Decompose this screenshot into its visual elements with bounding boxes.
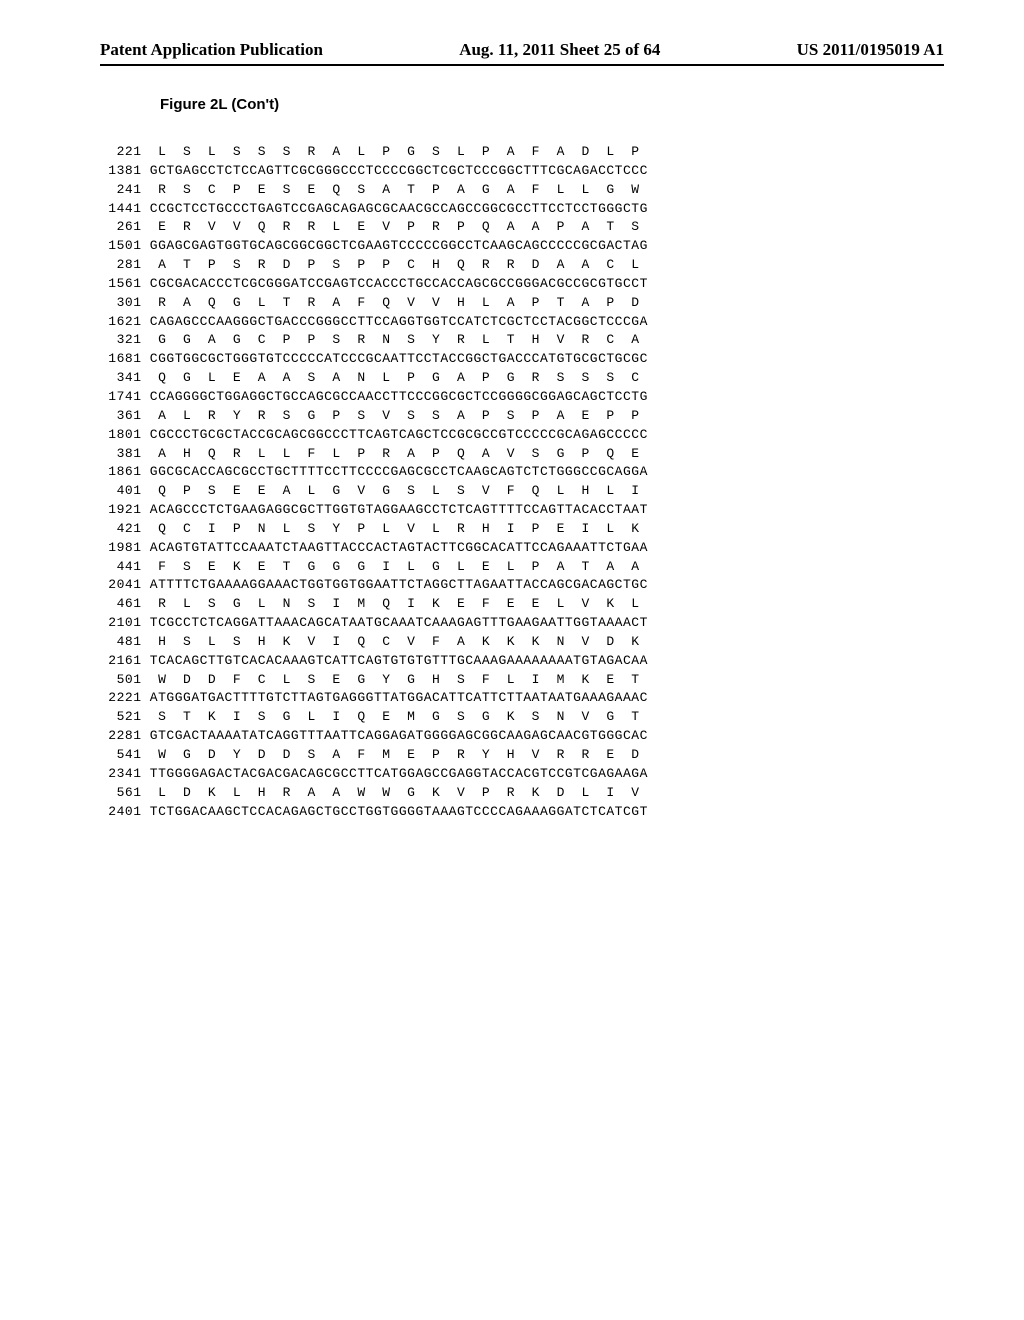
page-header: Patent Application Publication Aug. 11, … <box>100 40 944 66</box>
header-center: Aug. 11, 2011 Sheet 25 of 64 <box>459 40 660 60</box>
page-container: Patent Application Publication Aug. 11, … <box>0 0 1024 861</box>
header-left: Patent Application Publication <box>100 40 323 60</box>
figure-title: Figure 2L (Con't) <box>160 96 944 113</box>
header-right: US 2011/0195019 A1 <box>797 40 944 60</box>
sequence-listing: 221 L S L S S S R A L P G S L P A F A D … <box>100 143 944 821</box>
